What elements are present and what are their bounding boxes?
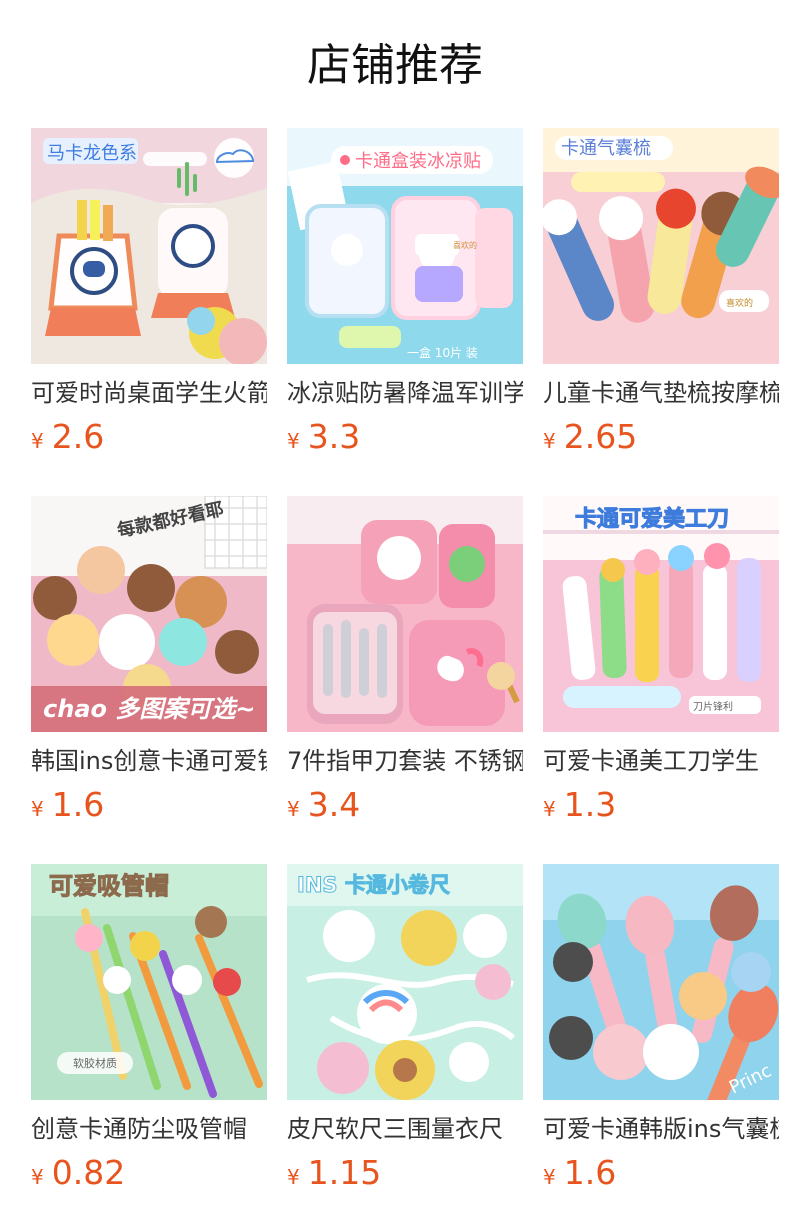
image-caption: 马卡龙色系 [47,143,137,164]
image-caption: 卡通盒装冰凉贴 [355,151,481,172]
product-price: ¥0.82 [31,1152,125,1194]
price-amount: 3.3 [307,417,361,456]
currency-symbol: ¥ [287,1165,300,1189]
price-amount: 1.6 [51,785,105,824]
product-card[interactable]: Princ 可爱卡通韩版ins气囊梳 ¥1.6 [543,864,779,1194]
price-amount: 1.6 [563,1153,617,1192]
product-price: ¥1.6 [31,784,104,826]
image-caption: 可爱吸管帽 [49,872,169,900]
price-amount: 2.65 [563,417,638,456]
svg-text:一盒 10片 装: 一盒 10片 装 [407,345,478,360]
product-name[interactable]: 儿童卡通气垫梳按摩梳 [543,376,779,410]
svg-text:刀片锋利: 刀片锋利 [693,700,733,713]
product-name[interactable]: 可爱卡通美工刀学生 [543,744,779,778]
currency-symbol: ¥ [543,429,556,453]
image-caption: 卡通气囊梳 [561,138,651,159]
price-amount: 1.15 [307,1153,382,1192]
product-price: ¥1.15 [287,1152,381,1194]
product-name[interactable]: 皮尺软尺三围量衣尺 [287,1112,523,1146]
product-image[interactable]: 卡通可爱美工刀 刀片锋利 [543,496,779,732]
svg-text:软胶材质: 软胶材质 [73,1056,117,1070]
product-name[interactable]: 创意卡通防尘吸管帽 [31,1112,267,1146]
product-name[interactable]: 可爱时尚桌面学生火箭笔筒 [31,376,267,410]
product-card[interactable]: 每款都好看耶 chao 多图案可选~ 韩国ins创意卡通可爱镜子 ¥1.6 [31,496,267,826]
svg-text:喜欢的: 喜欢的 [726,297,753,309]
product-image[interactable]: Princ [543,864,779,1100]
product-price: ¥2.6 [31,416,104,458]
product-image[interactable] [287,496,523,732]
currency-symbol: ¥ [31,797,44,821]
product-image[interactable]: 马卡龙色系 [31,128,267,364]
product-card[interactable]: 卡通气囊梳 喜欢的 儿童卡通气垫梳按摩梳 ¥ 2.65 [543,128,779,458]
product-card[interactable]: 马卡龙色系 可爱时尚桌面学生火箭笔筒 ¥2.6 [31,128,267,458]
price-amount: 1.3 [563,785,617,824]
product-image[interactable]: 每款都好看耶 chao 多图案可选~ [31,496,267,732]
currency-symbol: ¥ [543,1165,556,1189]
svg-text:喜欢的: 喜欢的 [453,240,477,250]
currency-symbol: ¥ [543,797,556,821]
product-price: ¥1.6 [543,1152,616,1194]
product-price: ¥2.65 [543,416,637,458]
currency-symbol: ¥ [31,1165,44,1189]
product-image[interactable]: 卡通气囊梳 喜欢的 [543,128,779,364]
currency-symbol: ¥ [31,429,44,453]
product-image[interactable]: 可爱吸管帽 软胶材质 [31,864,267,1100]
product-name[interactable]: 冰凉贴防暑降温军训学生 [287,376,523,410]
product-price: ¥3.4 [287,784,360,826]
currency-symbol: ¥ [287,429,300,453]
price-amount: 0.82 [51,1153,126,1192]
product-image[interactable]: INS 卡通小卷尺 [287,864,523,1100]
product-name[interactable]: 7件指甲刀套装 不锈钢 [287,744,523,778]
product-card[interactable]: 卡通盒装冰凉贴 喜欢的 一盒 10片 装 冰凉贴防暑降温军训学生 ¥3.3 [287,128,523,458]
product-price: ¥3.3 [287,416,360,458]
product-image[interactable]: 卡通盒装冰凉贴 喜欢的 一盒 10片 装 [287,128,523,364]
product-name[interactable]: 可爱卡通韩版ins气囊梳 [543,1112,779,1146]
image-caption: INS 卡通小卷尺 [297,873,450,897]
product-grid: 马卡龙色系 可爱时尚桌面学生火箭笔筒 ¥2.6 [31,128,790,1232]
price-amount: 3.4 [307,785,361,824]
image-caption: chao 多图案可选~ [43,695,255,723]
product-price: ¥1.3 [543,784,616,826]
page-title: 店铺推荐 [307,40,483,91]
product-card[interactable]: 卡通可爱美工刀 刀片锋利 可爱卡通美工刀学生 ¥1.3 [543,496,779,826]
currency-symbol: ¥ [287,797,300,821]
price-amount: 2.6 [51,417,105,456]
product-card[interactable]: 可爱吸管帽 软胶材质 创意卡通防尘吸管帽 ¥0.82 [31,864,267,1194]
image-caption: 卡通可爱美工刀 [575,506,729,532]
product-card[interactable]: INS 卡通小卷尺 皮尺软尺三围量衣尺 ¥1.15 [287,864,523,1194]
product-card[interactable]: 7件指甲刀套装 不锈钢 ¥3.4 [287,496,523,826]
product-name[interactable]: 韩国ins创意卡通可爱镜子 [31,744,267,778]
